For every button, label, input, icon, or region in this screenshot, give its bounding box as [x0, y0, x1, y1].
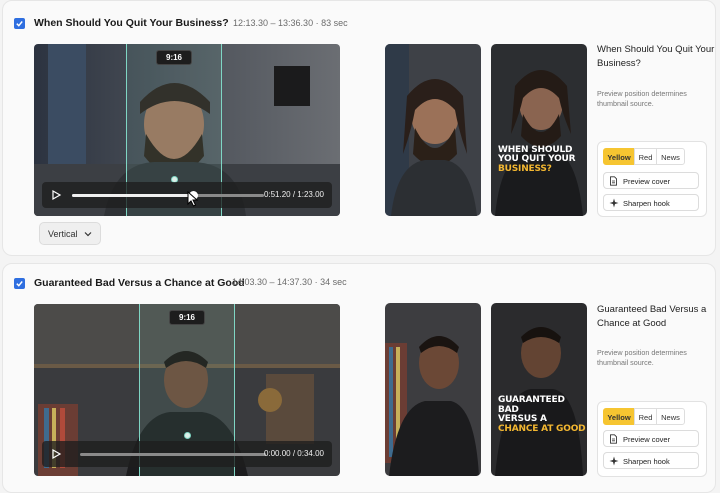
player-controls: 0:00.00 / 0:34.00 — [42, 441, 332, 467]
sharpen-hook-button[interactable]: Sharpen hook — [603, 452, 699, 469]
format-dropdown-value: Vertical — [48, 229, 78, 239]
clip-time-range: 14:03.30 – 14:37.30 · 34 sec — [232, 277, 347, 287]
thumbnail-image — [491, 303, 587, 476]
style-tab-news[interactable]: News — [656, 148, 685, 165]
aspect-ratio-tag: 9:16 — [168, 310, 206, 325]
caption-highlight: CHANCE AT GOOD — [498, 423, 586, 434]
style-tab-yellow[interactable]: Yellow — [603, 148, 635, 165]
document-icon — [610, 434, 617, 444]
thumbnail-image — [385, 44, 481, 216]
style-tab-yellow[interactable]: Yellow — [603, 408, 635, 425]
play-icon[interactable] — [50, 448, 62, 460]
thumbnail-image — [385, 303, 481, 476]
thumbnail-note: Preview position determines thumbnail so… — [597, 89, 687, 108]
clip-time-range: 12:13.30 – 13:36.30 · 83 sec — [233, 18, 348, 28]
check-icon — [16, 281, 23, 287]
clip-card: When Should You Quit Your Business? 12:1… — [2, 0, 716, 256]
thumbnail-original[interactable] — [385, 303, 481, 476]
format-dropdown[interactable]: Vertical — [39, 222, 101, 245]
sparkle-icon — [609, 456, 619, 466]
thumbnail-caption: GUARANTEED BAD VERSUS A CHANCE AT GOOD — [498, 395, 587, 434]
seek-bar[interactable] — [80, 453, 266, 456]
caption-highlight: BUSINESS? — [498, 163, 552, 174]
preview-cover-button[interactable]: Preview cover — [603, 430, 699, 447]
check-icon — [16, 21, 23, 27]
seek-bar[interactable] — [72, 191, 264, 200]
clip-title: Guaranteed Bad Versus a Chance at Good — [34, 277, 245, 289]
style-tab-red[interactable]: Red — [634, 148, 657, 165]
crop-handle[interactable] — [184, 432, 191, 439]
preview-cover-label: Preview cover — [623, 435, 671, 444]
clip-card: Guaranteed Bad Versus a Chance at Good 1… — [2, 263, 716, 493]
clip-select-checkbox[interactable] — [14, 18, 25, 29]
thumbnail-styled[interactable]: GUARANTEED BAD VERSUS A CHANCE AT GOOD — [491, 303, 587, 476]
style-tab-red[interactable]: Red — [634, 408, 657, 425]
chevron-down-icon — [84, 232, 92, 237]
seek-progress — [72, 194, 193, 197]
player-time: 0:00.00 / 0:34.00 — [263, 449, 324, 458]
sparkle-icon — [609, 198, 619, 208]
thumbnail-title: When Should You Quit Your Business? — [597, 44, 715, 69]
sharpen-hook-label: Sharpen hook — [623, 199, 670, 208]
sharpen-hook-label: Sharpen hook — [623, 457, 670, 466]
style-panel: Yellow Red News Preview cover Sharpen ho… — [597, 401, 707, 477]
clip-select-checkbox[interactable] — [14, 278, 25, 289]
thumbnail-note: Preview position determines thumbnail so… — [597, 348, 687, 367]
thumbnail-image — [491, 44, 587, 216]
style-tabs: Yellow Red News — [603, 148, 685, 165]
style-tab-news[interactable]: News — [656, 408, 685, 425]
document-icon — [610, 176, 617, 186]
thumbnail-original[interactable] — [385, 44, 481, 216]
aspect-ratio-tag: 9:16 — [155, 50, 193, 65]
play-icon[interactable] — [50, 189, 62, 201]
sharpen-hook-button[interactable]: Sharpen hook — [603, 194, 699, 211]
style-panel: Yellow Red News Preview cover Sharpen ho… — [597, 141, 707, 217]
mouse-cursor-icon — [187, 191, 199, 207]
player-time: 0:51.20 / 1:23.00 — [263, 190, 324, 199]
thumbnail-title: Guaranteed Bad Versus a Chance at Good — [597, 304, 707, 329]
style-tabs: Yellow Red News — [603, 408, 685, 425]
clip-title: When Should You Quit Your Business? — [34, 17, 229, 29]
thumbnail-styled[interactable]: WHEN SHOULD YOU QUIT YOUR BUSINESS? — [491, 44, 587, 216]
caption-line: GUARANTEED BAD — [498, 395, 565, 415]
preview-cover-button[interactable]: Preview cover — [603, 172, 699, 189]
video-preview[interactable]: 9:16 0:00.00 / 0:34.00 — [34, 304, 340, 476]
preview-cover-label: Preview cover — [623, 177, 671, 186]
thumbnail-caption: WHEN SHOULD YOU QUIT YOUR BUSINESS? — [498, 145, 576, 175]
